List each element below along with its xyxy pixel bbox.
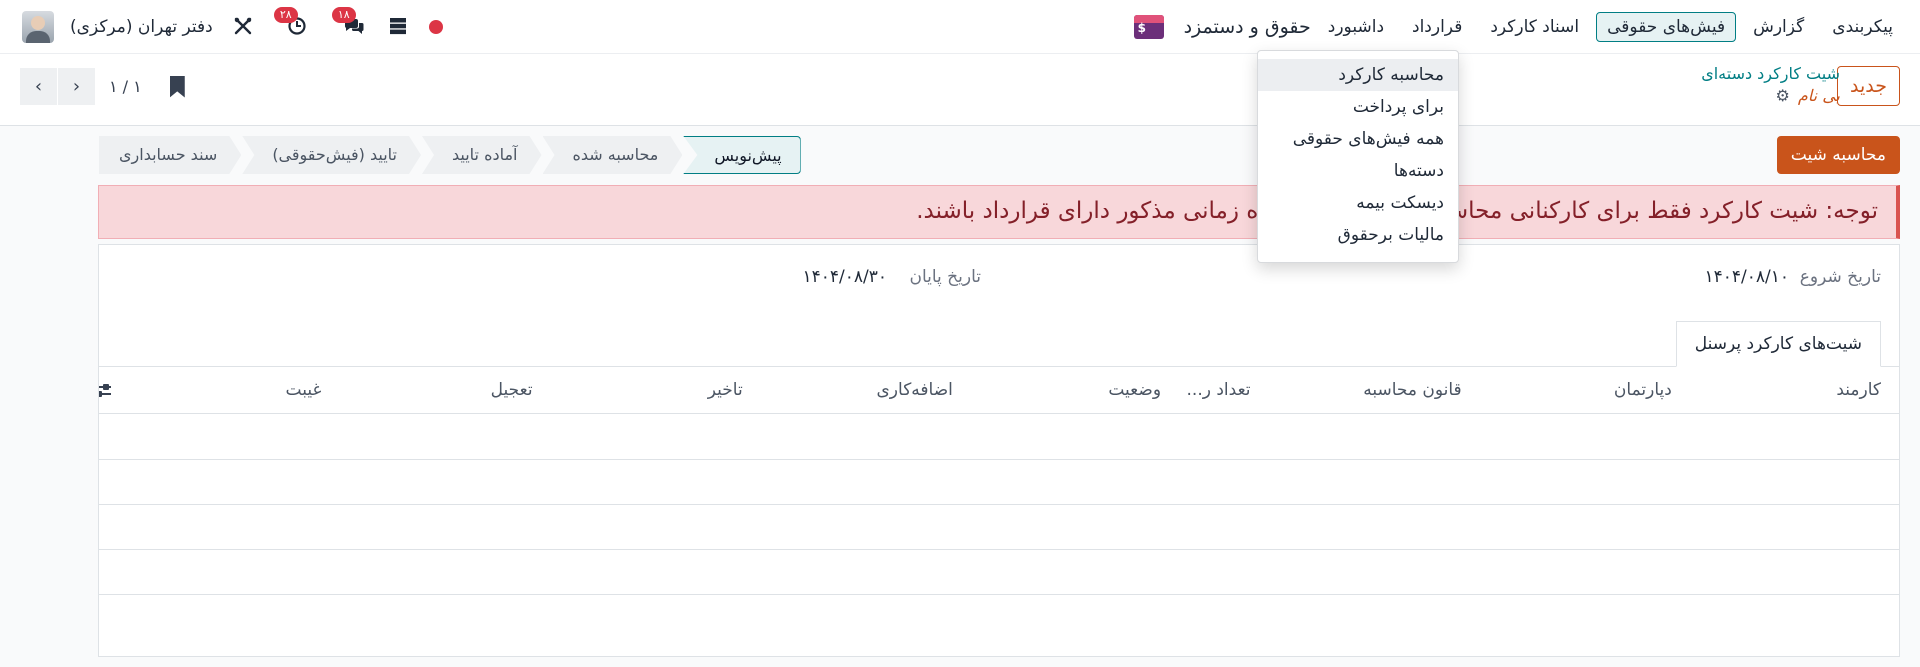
stage-approved[interactable]: تایید (فیش‌حقوقی) [242,136,421,174]
status-dot[interactable] [428,20,443,34]
tools-icon[interactable] [233,16,253,39]
breadcrumb-parent[interactable]: شیت کارکرد دسته‌ای [1701,64,1840,83]
dropdown-all-payslips[interactable]: همه فیش‌های حقوقی [1258,123,1458,155]
record-name: بی نام [1797,86,1840,105]
col-status[interactable]: وضعیت [970,367,1180,414]
dropdown-insurance-disk[interactable]: دیسکت بیمه [1258,187,1458,219]
tab-employee-sheets[interactable]: شیت‌های کارکرد پرسنل [1675,321,1881,367]
bookmark-icon[interactable] [170,76,185,98]
payslips-dropdown: محاسبه کارکرد برای پرداخت همه فیش‌های حق… [1257,50,1459,263]
table-row [99,459,1899,505]
stage-computed[interactable]: محاسبه شده [543,136,683,174]
end-date-label: تاریخ پایان [909,267,981,287]
gear-icon[interactable]: ⚙ [1776,86,1790,105]
col-count[interactable]: تعداد ر... [1179,367,1269,414]
col-department[interactable]: دپارتمان [1479,367,1690,414]
messages-count-badge: ۱۸ [331,6,356,23]
empty-cell [99,504,1899,550]
database-icon[interactable] [389,17,407,38]
chat-icon[interactable]: ۱۸ [331,6,365,39]
top-navbar: حقوق و دستمزد داشبورد قرارداد اسناد کارک… [0,0,1920,54]
col-delay[interactable]: تاخیر [550,367,761,414]
optional-columns-toggle[interactable] [99,367,130,414]
col-overtime[interactable]: اضافه‌کاری [760,367,971,414]
employee-sheets-table: کارمند دپارتمان قانون محاسبه تعداد ر... … [99,367,1899,595]
table-row [99,413,1899,460]
breadcrumb-current: بی نام ⚙ [1776,86,1840,105]
stage-accounting-entry[interactable]: سند حسابداری [99,136,241,174]
start-date-label: تاریخ شروع [1799,267,1881,287]
app-name[interactable]: حقوق و دستمزد [1184,16,1311,38]
table-row [99,504,1899,550]
empty-cell [99,413,1899,460]
stage-ready-for-approval[interactable]: آماده تایید [422,136,542,174]
pager: ‹ › ۱ / ۱ [20,68,185,105]
start-date-value[interactable]: ۱۴۰۴/۰۸/۱۰ [1704,267,1789,287]
warning-alert: توجه: شیت کارکرد فقط برای کارکنانی محاسب… [98,185,1900,239]
sliders-icon [99,383,112,397]
main-menu: حقوق و دستمزد داشبورد قرارداد اسناد کارک… [1126,0,1904,54]
col-calculation-rule[interactable]: قانون محاسبه [1268,367,1480,414]
new-button[interactable]: جدید [1837,66,1900,106]
user-avatar[interactable] [22,11,54,43]
col-early-leave[interactable]: تعجیل [339,367,551,414]
activity-clock-icon[interactable]: ۲۸ [273,6,307,39]
dropdown-salary-tax[interactable]: مالیات برحقوق [1258,219,1458,251]
table-header-row: کارمند دپارتمان قانون محاسبه تعداد ر... … [99,367,1899,414]
menu-dashboard[interactable]: داشبورد [1317,12,1395,42]
menu-contract[interactable]: قرارداد [1401,12,1473,42]
dropdown-to-pay[interactable]: برای پرداخت [1258,91,1458,123]
pager-previous-button[interactable]: ‹ [20,68,57,105]
empty-cell [99,549,1899,595]
compute-sheet-button[interactable]: محاسبه شیت [1776,136,1900,174]
menu-payslips[interactable]: فیش‌های حقوقی [1596,12,1737,42]
table-row [99,549,1899,595]
payroll-app-icon[interactable] [1133,15,1164,39]
company-switcher[interactable]: دفتر تهران (مرکزی) [70,17,213,37]
dropdown-batches[interactable]: دسته‌ها [1258,155,1458,187]
pager-value[interactable]: ۱ / ۱ [109,77,142,96]
form-sheet: تاریخ شروع ۱۴۰۴/۰۸/۱۰ تاریخ پایان ۱۴۰۴/۰… [98,244,1900,657]
control-panel: جدید شیت کارکرد دسته‌ای بی نام ⚙ ‹ › ۱ /… [0,54,1920,126]
pager-next-button[interactable]: › [58,68,95,105]
col-employee[interactable]: کارمند [1689,367,1899,414]
menu-reporting[interactable]: گزارش [1742,12,1815,42]
systray: دفتر تهران (مرکزی) ۲۸ ۱۸ [22,0,443,54]
col-absence[interactable]: غیبت [129,367,340,414]
stage-draft[interactable]: پیش‌نویس [683,136,801,174]
menu-work-docs[interactable]: اسناد کارکرد [1479,12,1590,42]
empty-cell [99,459,1899,505]
dropdown-compute-worksheet[interactable]: محاسبه کارکرد [1258,59,1458,91]
status-bar: پیش‌نویس محاسبه شده آماده تایید تایید (ف… [98,136,801,174]
activity-count-badge: ۲۸ [273,6,298,23]
end-date-value[interactable]: ۱۴۰۴/۰۸/۳۰ [802,267,887,287]
menu-configuration[interactable]: پیکربندی [1821,12,1904,42]
